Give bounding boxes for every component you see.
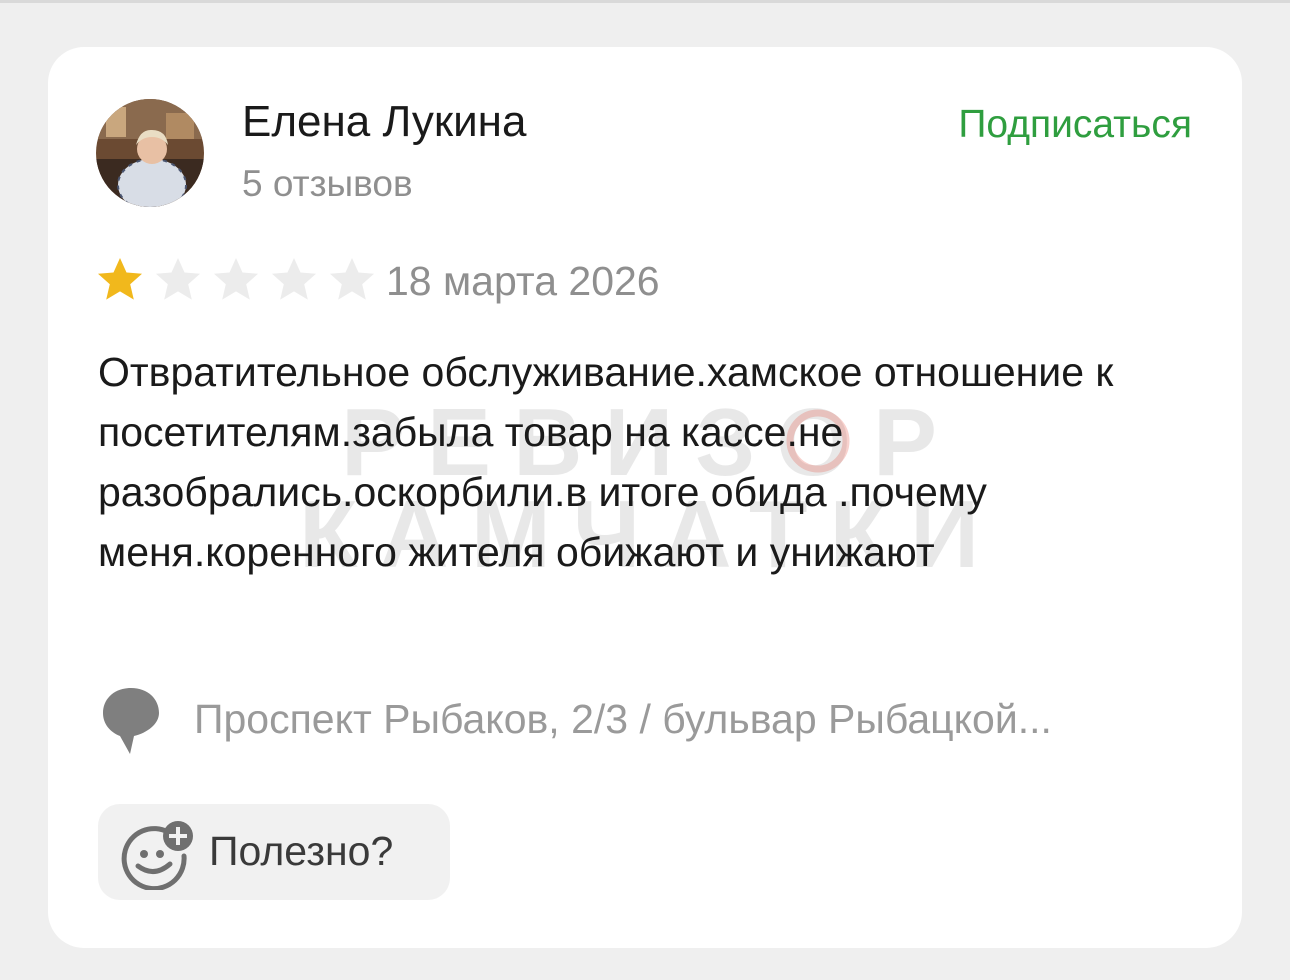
review-date: 18 марта 2026: [386, 258, 660, 304]
top-divider: [0, 0, 1290, 3]
map-pin-icon: [103, 688, 159, 754]
star-empty-icon: [270, 256, 318, 306]
author-name[interactable]: Елена Лукина: [242, 96, 526, 148]
address-row[interactable]: Проспект Рыбаков, 2/3 / бульвар Рыбацкой…: [100, 686, 1200, 756]
rating-stars: [96, 256, 376, 306]
review-text: Отвратительное обслуживание.хамское отно…: [98, 349, 1114, 575]
star-empty-icon: [328, 256, 376, 306]
star-empty-icon: [154, 256, 202, 306]
star-filled-icon: [96, 256, 144, 306]
helpful-label: Полезно?: [209, 828, 394, 874]
address-text[interactable]: Проспект Рыбаков, 2/3 / бульвар Рыбацкой…: [194, 694, 1052, 744]
smiley-plus-icon: [121, 821, 193, 890]
author-reviews-count: 5 отзывов: [242, 163, 413, 204]
subscribe-button[interactable]: Подписаться: [958, 102, 1192, 148]
star-empty-icon: [212, 256, 260, 306]
helpful-button[interactable]: Полезно?: [98, 804, 450, 900]
avatar[interactable]: [96, 99, 204, 207]
